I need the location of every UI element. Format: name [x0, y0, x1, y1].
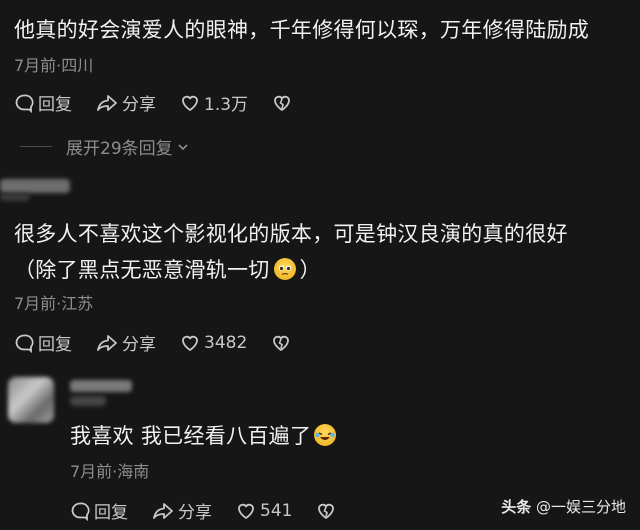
laughing-emoji-icon: [314, 424, 337, 446]
share-icon: [97, 94, 117, 111]
comment-2-meta: 7月前·江苏: [14, 294, 94, 313]
watermark-brand: 头条: [501, 498, 532, 516]
comment-3-reply-button[interactable]: 回复: [70, 498, 128, 523]
comment-1-share-button[interactable]: 分享: [96, 90, 156, 115]
like-count: 541: [260, 500, 293, 521]
share-label: 分享: [178, 503, 212, 523]
watermark-author: @一娱三分地: [535, 498, 626, 516]
comment-2-text-line1: 很多人不喜欢这个影视化的版本，可是钟汉良演的真的很好: [14, 222, 568, 246]
comment-3-meta: 7月前·海南: [70, 462, 150, 481]
reply-icon: [15, 334, 34, 353]
like-count: 3482: [204, 332, 248, 353]
username-blurred[interactable]: [0, 179, 70, 193]
comment-2-share-button[interactable]: 分享: [96, 330, 156, 355]
heart-icon: [182, 335, 198, 351]
comment-1-reply-button[interactable]: 回复: [14, 90, 72, 115]
comment-1-actions: 回复 分享 1.3万: [14, 90, 320, 115]
share-label: 分享: [122, 335, 156, 355]
comment-1-meta: 7月前·四川: [14, 56, 94, 75]
reply-label: 回复: [38, 95, 72, 115]
like-count: 1.3万: [204, 95, 249, 115]
chevron-down-icon: [178, 143, 188, 150]
comment-2-like-button[interactable]: 3482: [180, 333, 247, 353]
username-blurred-suffix: [70, 396, 106, 406]
broken-heart-icon: [274, 95, 290, 111]
comment-2-text-post: ）: [299, 258, 321, 282]
username-blurred[interactable]: [70, 380, 132, 392]
expand-replies-button[interactable]: 展开29条回复: [20, 134, 190, 159]
comment-3-actions: 回复 分享 541: [70, 498, 364, 523]
reply-label: 回复: [38, 335, 72, 355]
expand-label: 展开29条回复: [66, 139, 173, 159]
watermark: 头条 @一娱三分地: [501, 496, 626, 517]
reply-label: 回复: [94, 503, 128, 523]
comment-2-reply-button[interactable]: 回复: [14, 330, 72, 355]
comment-3-like-button[interactable]: 541: [236, 501, 292, 521]
reply-icon: [15, 94, 34, 113]
comment-2-actions: 回复 分享 3482: [14, 330, 319, 355]
avatar-blurred[interactable]: [8, 377, 54, 423]
heart-icon: [238, 503, 254, 519]
pleading-emoji-icon: [273, 258, 296, 280]
comment-1-text: 他真的好会演爱人的眼神，千年修得何以琛，万年修得陆励成: [14, 18, 590, 42]
divider: [20, 146, 52, 147]
comment-2-text-pre: （除了黑点无恶意滑轨一切: [14, 258, 270, 282]
heart-icon: [182, 95, 198, 111]
comment-3-text: 我喜欢 我已经看八百遍了: [70, 420, 337, 450]
share-icon: [153, 502, 173, 519]
comment-2-text-line2: （除了黑点无恶意滑轨一切 ）: [14, 254, 321, 284]
comment-2-dislike-button[interactable]: [271, 333, 295, 353]
comment-3-text-body: 我喜欢 我已经看八百遍了: [70, 424, 312, 448]
comment-1-dislike-button[interactable]: [272, 93, 296, 113]
comment-1-like-button[interactable]: 1.3万: [180, 90, 248, 115]
comment-3-dislike-button[interactable]: [316, 501, 340, 521]
comment-3-share-button[interactable]: 分享: [152, 498, 212, 523]
broken-heart-icon: [318, 503, 335, 519]
broken-heart-icon: [273, 335, 290, 351]
reply-icon: [71, 502, 90, 521]
avatar-blurred[interactable]: [0, 193, 30, 201]
share-label: 分享: [122, 95, 156, 115]
share-icon: [97, 334, 117, 351]
